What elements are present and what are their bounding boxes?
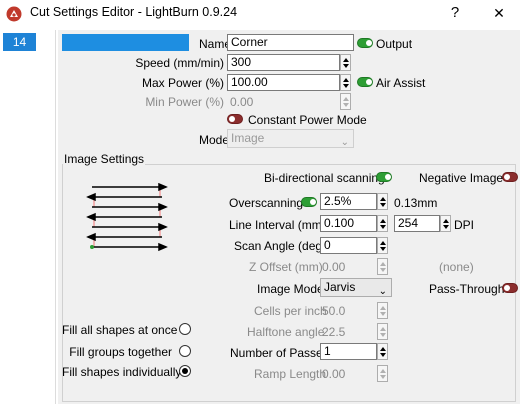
halftone-angle-input: 22.5 xyxy=(322,325,346,339)
scan-pattern-icon xyxy=(86,182,170,255)
overscanning-mm: 0.13mm xyxy=(394,196,438,210)
overscanning-spinner[interactable] xyxy=(377,193,388,210)
mode-select-value: Image xyxy=(231,131,265,145)
overscanning-label: Overscanning xyxy=(229,196,304,210)
cells-per-inch-label: Cells per inch xyxy=(254,304,327,318)
pass-through-toggle[interactable] xyxy=(502,283,518,293)
dpi-spinner[interactable] xyxy=(440,215,451,232)
air-assist-label: Air Assist xyxy=(376,76,426,90)
z-offset-label: Z Offset (mm) xyxy=(249,260,323,274)
speed-label: Speed (mm/min) xyxy=(135,56,224,70)
halftone-angle-label: Halftone angle xyxy=(247,325,325,339)
image-mode-label: Image Mode xyxy=(257,282,324,296)
cells-per-inch-input: 50.0 xyxy=(322,304,346,318)
cells-per-inch-spinner xyxy=(377,302,388,319)
constant-power-label: Constant Power Mode xyxy=(248,113,367,127)
min-power-spinner xyxy=(340,93,351,110)
bidirectional-label: Bi-directional scanning xyxy=(264,171,385,185)
ramp-length-input: 0.00 xyxy=(322,367,346,381)
scan-angle-spinner[interactable] xyxy=(377,237,388,254)
fill-groups-radio[interactable] xyxy=(179,345,191,357)
min-power-label: Min Power (%) xyxy=(145,95,224,109)
dpi-input[interactable]: 254 xyxy=(394,215,440,232)
image-settings-title: Image Settings xyxy=(63,152,146,166)
mode-select: Image ⌄ xyxy=(227,129,354,148)
fill-all-label: Fill all shapes at once xyxy=(62,323,178,337)
passes-spinner[interactable] xyxy=(377,343,388,360)
layer-list xyxy=(0,30,56,404)
mode-label: Mode xyxy=(199,133,230,147)
line-interval-spinner[interactable] xyxy=(377,215,388,232)
help-button[interactable]: ? xyxy=(440,2,470,26)
scan-angle-input[interactable]: 0 xyxy=(320,237,377,254)
layer-item-selected[interactable]: 14 xyxy=(3,33,36,51)
dpi-label: DPI xyxy=(454,218,475,232)
scan-angle-label: Scan Angle (deg) xyxy=(234,239,327,253)
bidirectional-toggle[interactable] xyxy=(376,172,392,182)
max-power-label: Max Power (%) xyxy=(141,76,224,90)
passes-label: Number of Passes xyxy=(230,346,329,360)
image-mode-select[interactable]: Jarvis ⌄ xyxy=(320,278,392,297)
negative-image-label: Negative Image xyxy=(419,171,504,185)
z-offset-input: 0.00 xyxy=(322,260,346,274)
overscanning-input[interactable]: 2.5% xyxy=(320,193,377,210)
close-button[interactable]: ✕ xyxy=(484,2,514,26)
pass-through-label: Pass-Through xyxy=(429,282,505,296)
layer-color-swatch xyxy=(62,34,189,51)
fill-all-radio[interactable] xyxy=(179,323,191,335)
line-interval-input[interactable]: 0.100 xyxy=(320,215,377,232)
overscanning-toggle[interactable] xyxy=(301,197,317,207)
name-input[interactable]: Corner xyxy=(227,34,354,51)
chevron-down-icon: ⌄ xyxy=(378,286,387,297)
speed-spinner[interactable] xyxy=(340,54,351,71)
line-interval-label: Line Interval (mm) xyxy=(229,218,326,232)
ramp-length-label: Ramp Length xyxy=(254,367,327,381)
fill-individually-label: Fill shapes individually xyxy=(62,365,182,379)
min-power-input: 0.00 xyxy=(230,95,254,109)
fill-individually-radio[interactable] xyxy=(179,365,191,377)
fill-groups-label: Fill groups together xyxy=(69,345,172,359)
passes-input[interactable]: 1 xyxy=(320,343,377,360)
air-assist-toggle[interactable] xyxy=(357,77,373,87)
speed-input[interactable]: 300 xyxy=(227,54,340,71)
ramp-length-spinner xyxy=(377,365,388,382)
output-label: Output xyxy=(376,37,413,51)
window-title: Cut Settings Editor - LightBurn 0.9.24 xyxy=(30,5,238,19)
image-mode-value: Jarvis xyxy=(324,280,356,294)
z-offset-none: (none) xyxy=(439,260,474,274)
halftone-angle-spinner xyxy=(377,323,388,340)
chevron-down-icon: ⌄ xyxy=(340,137,349,148)
z-offset-spinner xyxy=(377,258,388,275)
max-power-input[interactable]: 100.00 xyxy=(227,74,340,91)
negative-image-toggle[interactable] xyxy=(502,172,518,182)
max-power-spinner[interactable] xyxy=(340,74,351,91)
lightburn-app-icon xyxy=(6,6,22,22)
output-toggle[interactable] xyxy=(357,38,373,48)
constant-power-toggle[interactable] xyxy=(227,114,243,124)
